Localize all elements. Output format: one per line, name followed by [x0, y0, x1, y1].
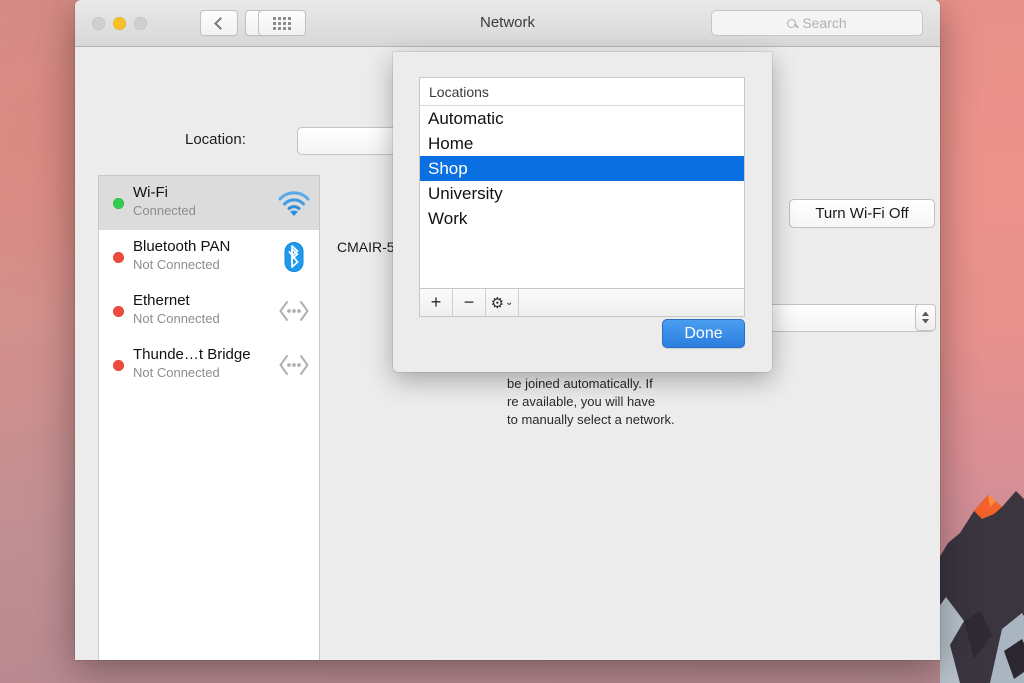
status-dot-connected — [113, 198, 124, 209]
wallpaper-right-strip — [940, 0, 1024, 683]
search-placeholder: Search — [802, 15, 847, 31]
ask-note-line-2: re available, you will have — [507, 394, 656, 409]
chevron-down-icon — [922, 319, 929, 323]
status-dot-disconnected — [113, 306, 124, 317]
ask-note-line-3: to manually select a network. — [507, 412, 675, 427]
gear-icon: ⚙ — [490, 294, 505, 312]
search-icon — [787, 18, 797, 28]
chevron-up-icon — [922, 312, 929, 316]
toolbar-filler — [519, 289, 744, 316]
service-row-ethernet[interactable]: Ethernet Not Connected — [99, 284, 319, 338]
ask-note-line-1: be joined automatically. If — [507, 376, 653, 391]
ethernet-icon — [279, 301, 309, 321]
status-dot-disconnected — [113, 252, 124, 263]
service-row-thunderbolt-bridge[interactable]: Thunde…t Bridge Not Connected — [99, 338, 319, 392]
locations-list-box[interactable]: Locations Automatic Home Shop University… — [419, 77, 745, 289]
ethernet-icon — [279, 355, 309, 375]
location-item-automatic[interactable]: Automatic — [420, 106, 744, 131]
locations-sheet-dialog: Locations Automatic Home Shop University… — [393, 52, 772, 372]
chevron-down-icon: ⌄ — [505, 297, 514, 308]
location-item-university[interactable]: University — [420, 181, 744, 206]
location-label: Location: — [185, 131, 246, 148]
status-dot-disconnected — [113, 360, 124, 371]
location-item-work[interactable]: Work — [420, 206, 744, 231]
location-item-shop[interactable]: Shop — [420, 156, 744, 181]
turn-wifi-off-button[interactable]: Turn Wi-Fi Off — [789, 199, 935, 228]
service-row-wifi[interactable]: Wi-Fi Connected — [99, 176, 319, 230]
location-actions-gear-button[interactable]: ⚙ ⌄ — [486, 289, 519, 316]
window-titlebar: Network Search — [75, 0, 940, 47]
locations-toolbar: + − ⚙ ⌄ — [419, 289, 745, 317]
network-preferences-window: Network Search Location: Wi-Fi Connected — [75, 0, 940, 660]
network-service-list[interactable]: Wi-Fi Connected Bluetooth PAN Not Connec… — [98, 175, 320, 660]
add-location-button[interactable]: + — [420, 289, 453, 316]
location-item-home[interactable]: Home — [420, 131, 744, 156]
search-input[interactable]: Search — [711, 10, 923, 36]
done-button[interactable]: Done — [662, 319, 745, 348]
service-row-bluetooth-pan[interactable]: Bluetooth PAN Not Connected — [99, 230, 319, 284]
bluetooth-icon — [284, 242, 304, 272]
wifi-icon — [278, 191, 310, 216]
network-name-stepper[interactable] — [915, 304, 936, 331]
ask-to-join-note: be joined automatically. If re available… — [507, 375, 937, 429]
mountain-graphic — [940, 491, 1024, 683]
remove-location-button[interactable]: − — [453, 289, 486, 316]
locations-list-header: Locations — [420, 78, 744, 106]
